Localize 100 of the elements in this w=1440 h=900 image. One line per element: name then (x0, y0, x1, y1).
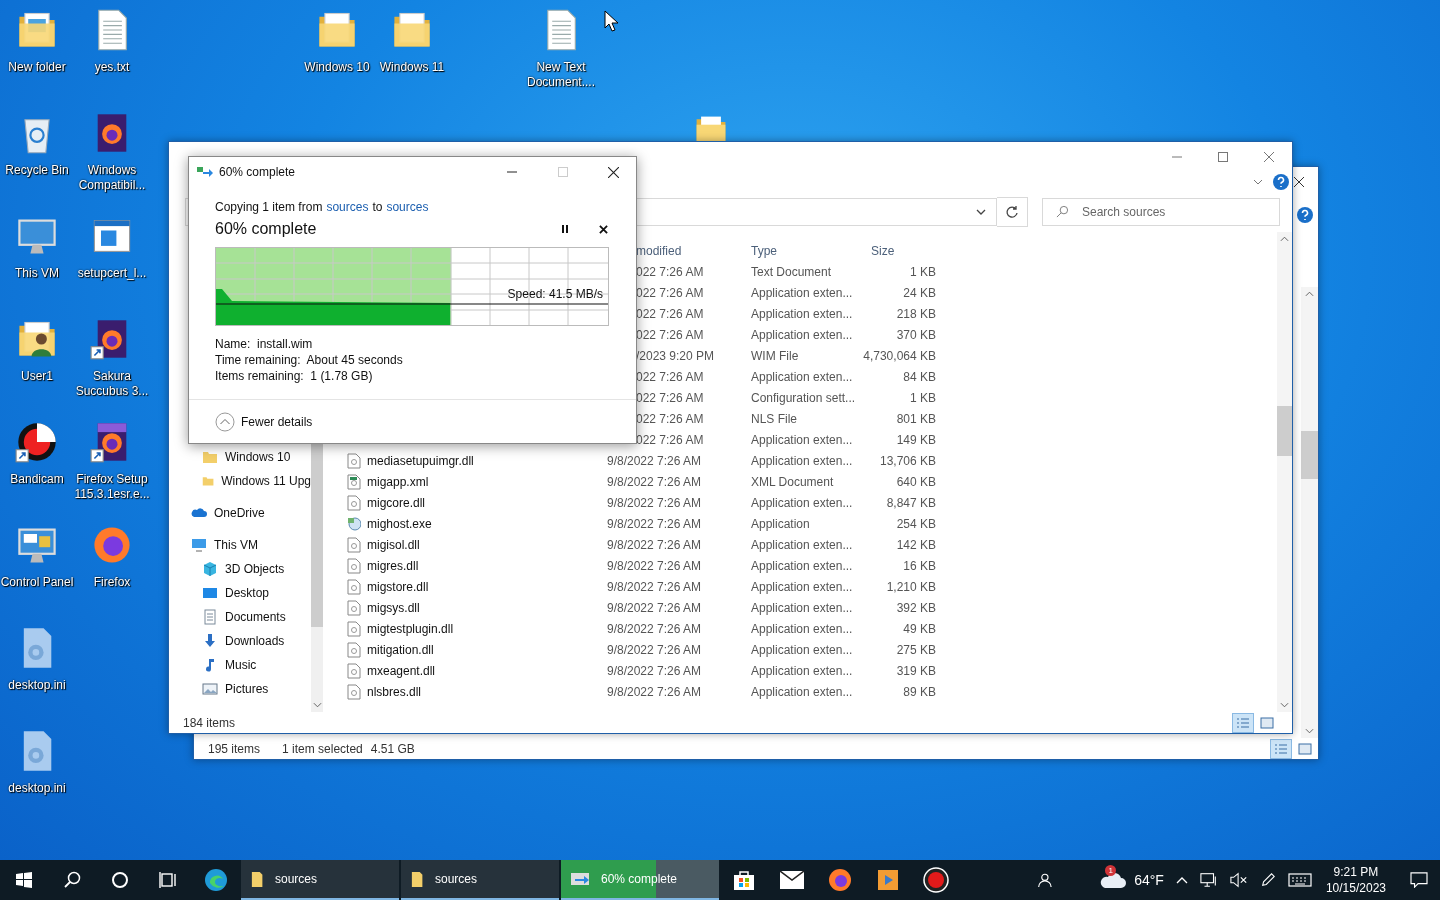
dropdown-icon[interactable] (976, 209, 986, 215)
nav-item[interactable]: Documents (169, 605, 311, 629)
progress-heading: 60% complete (215, 220, 317, 238)
keyboard-icon[interactable] (1287, 872, 1312, 888)
date-modified: 022 7:26 AM (635, 411, 705, 426)
nav-item[interactable]: 3D Objects (169, 557, 311, 581)
file-name[interactable]: migtestplugin.dll (367, 621, 454, 636)
people-icon[interactable] (1036, 872, 1053, 888)
taskbar-window-button[interactable]: sources (241, 860, 399, 900)
temperature-label[interactable]: 64°F (1134, 872, 1164, 888)
icon-label[interactable]: Windows Compatibil... (74, 163, 150, 193)
scroll-down-icon[interactable] (1280, 702, 1289, 708)
icon-label[interactable]: This VM (0, 266, 75, 281)
file-size: 801 KB (895, 411, 936, 426)
help-icon[interactable] (1273, 174, 1289, 190)
pause-icon[interactable] (561, 224, 569, 234)
file-name[interactable]: nlsbres.dll (367, 684, 422, 699)
file-size: 275 KB (895, 642, 936, 657)
nav-item[interactable]: Desktop (169, 581, 311, 605)
file-icon (347, 599, 361, 616)
column-header[interactable]: Size (863, 243, 936, 258)
date-modified: 9/8/2022 7:26 AM (607, 516, 703, 531)
network-icon[interactable] (1199, 872, 1218, 888)
copy-icon (571, 872, 591, 886)
file-type: Application exten... (751, 453, 854, 468)
item-count: 195 items (208, 741, 261, 756)
scroll-down-icon[interactable] (1305, 728, 1314, 734)
cancel-icon[interactable] (598, 224, 608, 234)
search-field[interactable]: Search sources (1042, 198, 1280, 226)
nav-item[interactable]: Downloads (169, 629, 311, 653)
file-name[interactable]: migisol.dll (367, 537, 420, 552)
nav-item[interactable]: Pictures (169, 677, 311, 701)
refresh-icon[interactable] (1005, 205, 1019, 219)
icon-label[interactable]: New folder (0, 60, 75, 75)
file-name[interactable]: migstore.dll (367, 579, 429, 594)
fewer-details-label[interactable]: Fewer details (241, 414, 313, 429)
icon-label[interactable]: Windows 11 (374, 60, 450, 75)
file-type: Application exten... (751, 327, 854, 342)
clock[interactable]: 9:21 PM 10/15/2023 (1325, 864, 1386, 896)
record-app-icon[interactable] (15, 420, 59, 464)
chevron-icon[interactable] (1253, 179, 1263, 185)
computer-icon (191, 537, 207, 553)
date-modified: 9/8/2022 7:26 AM (607, 621, 703, 636)
nav-item[interactable]: OneDrive (169, 501, 311, 525)
file-name[interactable]: mxeagent.dll (367, 663, 436, 678)
icon-label[interactable]: yes.txt (74, 60, 150, 75)
taskbar-window-button[interactable]: sources (401, 860, 559, 900)
icon-label[interactable]: Firefox (74, 575, 150, 590)
destination-link[interactable]: sources (386, 199, 429, 215)
nav-item[interactable]: Windows 11 Upg (169, 469, 311, 493)
xml-file-icon (347, 473, 361, 490)
cloud-icon[interactable] (1100, 871, 1127, 889)
large-icons-view-icon[interactable] (1298, 742, 1312, 755)
date-modified: 022 7:26 AM (635, 264, 705, 279)
icon-label[interactable]: Windows 10 (299, 60, 375, 75)
file-size: 149 KB (895, 432, 936, 447)
pen-icon[interactable] (1259, 872, 1276, 888)
nav-item[interactable]: This VM (169, 533, 311, 557)
file-name[interactable]: mighost.exe (367, 516, 432, 531)
file-type: XML Document (751, 474, 835, 489)
maximize-icon[interactable] (1218, 152, 1228, 162)
file-name[interactable]: migsys.dll (367, 600, 420, 615)
icon-label[interactable]: desktop.ini (0, 678, 75, 693)
file-name[interactable]: mitigation.dll (367, 642, 434, 657)
icon-label[interactable]: Sakura Succubus 3... (74, 369, 150, 399)
icon-label[interactable]: Bandicam (0, 472, 75, 487)
icon-label[interactable]: Firefox Setup 115.3.1esr.e... (74, 472, 150, 502)
file-name[interactable]: mediasetupuimgr.dll (367, 453, 474, 468)
column-header[interactable]: Type (751, 243, 863, 258)
scroll-up-icon[interactable] (1280, 236, 1289, 242)
file-type: Application exten... (751, 495, 854, 510)
scroll-up-icon[interactable] (1305, 291, 1314, 297)
volume-icon[interactable] (1229, 872, 1248, 888)
close-icon[interactable] (608, 166, 619, 178)
notification-icon[interactable] (1410, 872, 1428, 888)
file-type: Application exten... (751, 285, 854, 300)
icon-label[interactable]: setupcert_l... (74, 266, 150, 281)
file-size: 89 KB (902, 684, 936, 699)
copy-text: Copying 1 item from (215, 199, 323, 215)
caret-icon[interactable] (1175, 876, 1188, 884)
icon-label[interactable]: User1 (0, 369, 75, 384)
scrollbar-thumb[interactable] (1301, 431, 1318, 479)
file-size: 84 KB (902, 369, 936, 384)
file-name[interactable]: migcore.dll (367, 495, 426, 510)
nav-item[interactable]: Music (169, 653, 311, 677)
close-icon[interactable] (1294, 177, 1304, 187)
help-icon[interactable] (1297, 207, 1313, 223)
file-name[interactable]: migapp.xml (367, 474, 429, 489)
scroll-down-icon[interactable] (312, 702, 322, 708)
file-name[interactable]: migres.dll (367, 558, 419, 573)
scrollbar-thumb[interactable] (1277, 406, 1292, 456)
icon-label[interactable]: Control Panel (0, 575, 75, 590)
nav-item[interactable]: Windows 10 (169, 445, 311, 469)
file-type: Application exten... (751, 579, 854, 594)
file-icon (347, 641, 361, 658)
icon-label[interactable]: Recycle Bin (0, 163, 75, 178)
icon-label[interactable]: desktop.ini (0, 781, 75, 796)
large-icons-view-icon[interactable] (1260, 716, 1274, 729)
date-modified: 022 7:26 AM (635, 285, 705, 300)
source-link[interactable]: sources (326, 199, 369, 215)
